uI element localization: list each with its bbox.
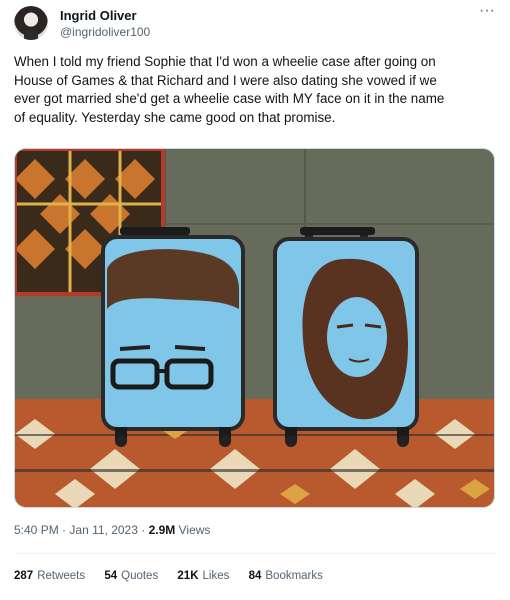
author-display-name[interactable]: Ingrid Oliver [60,8,150,24]
likes-count: 21K [177,570,199,582]
likes-stat[interactable]: 21K Likes [177,570,229,582]
retweets-label: Retweets [37,570,86,582]
tweet-time[interactable]: 5:40 PM [14,523,59,537]
tweet-header: Ingrid Oliver @ingridoliver100 ··· [14,3,498,46]
bookmarks-stat[interactable]: 84 Bookmarks [249,570,323,582]
bookmarks-count: 84 [248,570,262,582]
tweet-text-line: When I told my friend Sophie that I'd wo… [14,54,436,69]
tweet-text-line: ever got married she'd get a wheelie cas… [14,91,445,107]
tweet-card: Ingrid Oliver @ingridoliver100 ··· When … [0,0,510,600]
meta-separator: · [141,523,146,537]
tweet-meta: 5:40 PM · Jan 11, 2023 · 2.9M Views [14,523,210,537]
more-icon[interactable]: ··· [476,3,498,22]
retweets-stat[interactable]: 287 Retweets [14,570,85,582]
author-info: Ingrid Oliver @ingridoliver100 [60,8,150,40]
meta-separator: · [62,523,67,537]
tweet-text-line: House of Games & that Richard and I were… [14,72,437,88]
quotes-stat[interactable]: 54 Quotes [104,570,158,582]
avatar[interactable] [14,6,48,40]
engagement-stats: 287 Retweets 54 Quotes 21K Likes 84 Bookmark… [14,570,339,582]
tweet-text: When I told my friend Sophie that I'd wo… [14,53,500,127]
tweet-text-line: of equality. Yesterday she came good on … [14,109,336,125]
suitcases-photo-illustration [15,149,494,507]
retweets-count: 287 [14,570,34,582]
quotes-label: Quotes [121,570,159,582]
quotes-count: 54 [104,570,118,582]
tweet-photo[interactable] [14,148,495,508]
tweet-date[interactable]: Jan 11, 2023 [69,523,138,537]
bookmarks-label: Bookmarks [265,570,323,582]
author-handle[interactable]: @ingridoliver100 [60,24,150,40]
views-label: Views [178,523,211,537]
views-count: 2.9M [148,523,176,537]
divider [14,553,498,554]
likes-label: Likes [202,570,230,582]
